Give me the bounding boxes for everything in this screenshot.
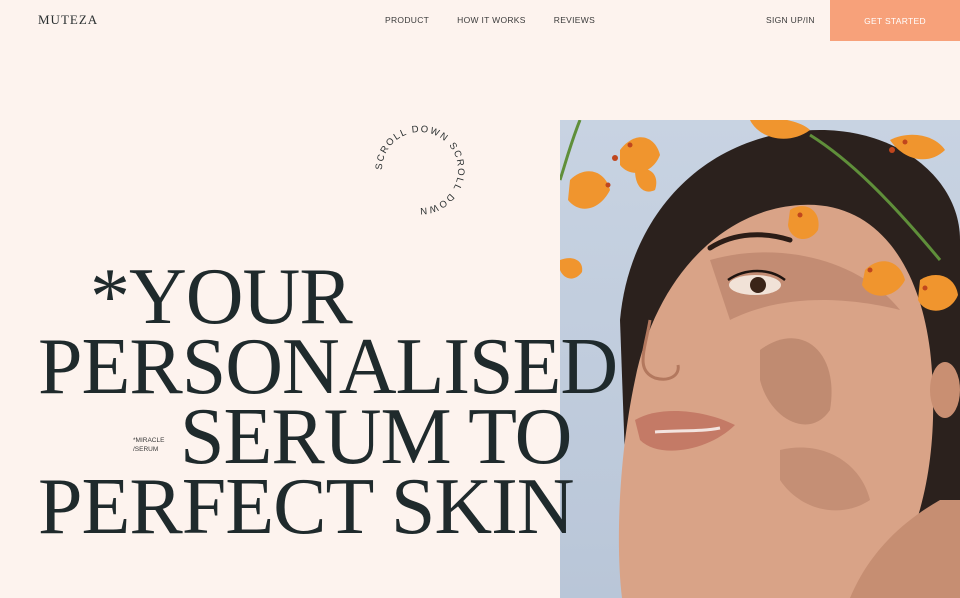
nav-product[interactable]: PRODUCT	[385, 15, 429, 25]
note-line-1: *MIRACLE	[133, 437, 165, 444]
scroll-down-text: SCROLL DOWN SCROLL DOWN	[374, 124, 466, 216]
hero-headline: *YOUR PERSONALISED SERUM TO PERFECT SKIN	[38, 253, 618, 551]
main-nav: PRODUCT HOW IT WORKS REVIEWS	[385, 15, 595, 25]
get-started-button[interactable]: GET STARTED	[830, 0, 960, 41]
scroll-down-badge[interactable]: SCROLL DOWN SCROLL DOWN	[368, 118, 472, 222]
headline-line-3: SERUM TO	[180, 393, 572, 481]
nav-reviews[interactable]: REVIEWS	[554, 15, 595, 25]
headline-line-1: *YOUR	[90, 253, 353, 341]
headline-line-4: PERFECT SKIN	[38, 463, 575, 551]
hero-illustration	[560, 120, 960, 598]
hero-model-image	[560, 120, 960, 598]
signin-link[interactable]: SIGN UP/IN	[766, 15, 815, 25]
headline-line-2: PERSONALISED	[38, 323, 618, 411]
miracle-serum-note: *MIRACLE /SERUM	[133, 436, 164, 454]
nav-how-it-works[interactable]: HOW IT WORKS	[457, 15, 526, 25]
brand-logo[interactable]: MUTEZA	[38, 12, 98, 28]
note-line-2: /SERUM	[133, 446, 159, 453]
